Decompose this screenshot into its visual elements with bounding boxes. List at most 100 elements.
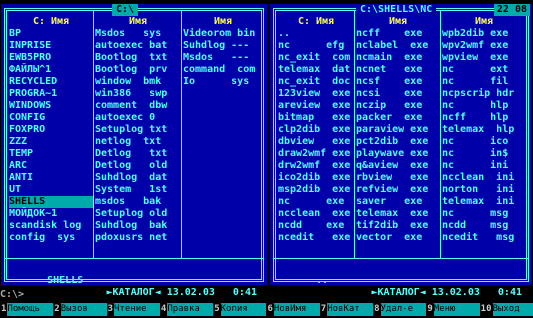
file-list-item[interactable]: nc exe xyxy=(278,196,354,208)
file-list-item[interactable]: UT xyxy=(9,184,93,196)
file-list-item[interactable]: ncmain exe xyxy=(356,52,440,64)
file-list-item[interactable]: INPRISE xyxy=(9,40,93,52)
file-list-item[interactable]: nc in$ xyxy=(442,148,526,160)
fkey-4[interactable]: 4 Правка xyxy=(159,303,214,316)
file-list-item[interactable]: Msdos sys xyxy=(95,28,181,40)
file-list-item[interactable]: telemax ini xyxy=(442,196,526,208)
file-list-item[interactable]: TEMP xyxy=(9,148,93,160)
file-list-item[interactable]: 123view exe xyxy=(278,88,354,100)
right-panel[interactable]: C:\SHELLS\NC 22 08 C: Имя.. nc efg nc_exit… xyxy=(270,4,532,298)
file-list-item[interactable]: nczip exe xyxy=(356,100,440,112)
file-list-item[interactable]: ncsi exe xyxy=(356,88,440,100)
file-list-item[interactable]: clp2dib exe xyxy=(278,124,354,136)
file-list-item[interactable]: ZZZ xyxy=(9,136,93,148)
file-list-item[interactable]: Bootlog prv xyxy=(95,64,181,76)
file-list-item[interactable]: BP xyxy=(9,28,93,40)
file-list-item[interactable]: PROGRA~1 xyxy=(9,88,93,100)
file-list-item[interactable]: ncedit msg xyxy=(442,232,526,244)
file-list-item[interactable]: comment dbw xyxy=(95,100,181,112)
file-list-item[interactable]: config sys xyxy=(9,232,93,244)
file-list-item[interactable]: msp2dib exe xyxy=(278,184,354,196)
file-list-item[interactable]: nc hlp xyxy=(442,100,526,112)
file-list-item[interactable]: System 1st xyxy=(95,184,181,196)
file-list-item[interactable]: RECYCLED xyxy=(9,76,93,88)
file-list-item[interactable]: nc efg xyxy=(278,40,354,52)
file-list-item[interactable]: command com xyxy=(183,64,263,76)
fkey-10[interactable]: 10 Выход xyxy=(479,303,533,316)
file-list-item[interactable]: Suhdlog bak xyxy=(95,220,181,232)
file-list-item[interactable]: telemax exe xyxy=(356,208,440,220)
fkey-8[interactable]: 8 Удал-е xyxy=(373,303,427,316)
file-list-item[interactable]: nc msg xyxy=(442,208,526,220)
file-list-item[interactable]: ncclean exe xyxy=(278,208,354,220)
file-list-item[interactable]: ncsf exe xyxy=(356,76,440,88)
file-list-item[interactable]: EWB5PRO xyxy=(9,52,93,64)
file-list-item[interactable]: Setuplog old xyxy=(95,208,181,220)
file-list-item[interactable]: nclabel exe xyxy=(356,40,440,52)
file-list-item[interactable]: Msdos --- xyxy=(183,52,263,64)
file-list-item[interactable]: msdos bak xyxy=(95,196,181,208)
file-list-item[interactable]: WINDOWS xyxy=(9,100,93,112)
file-list-item[interactable]: telemax hlp xyxy=(442,124,526,136)
left-panel[interactable]: C:\ C: Имя BP INPRISE EWB5PRO ФАЙЛЫ^1 RECYCLE… xyxy=(1,4,267,298)
file-list-item[interactable]: win386 swp xyxy=(95,88,181,100)
fkey-1[interactable]: 1 Помощь xyxy=(0,303,54,316)
file-list-item[interactable]: netlog txt xyxy=(95,136,181,148)
file-list-item[interactable]: vector exe xyxy=(356,232,440,244)
fkey-3[interactable]: 3 Чтение xyxy=(106,303,160,316)
file-list-item[interactable]: Detlog txt xyxy=(95,148,181,160)
file-list-item[interactable]: pct2dib exe xyxy=(356,136,440,148)
fkey-7[interactable]: 7 НовКат xyxy=(319,303,374,316)
file-list-item[interactable]: nc_exit doc xyxy=(278,76,354,88)
command-line[interactable]: C:\> xyxy=(0,289,24,301)
fkey-2[interactable]: 2 Вызов xyxy=(53,303,107,316)
file-list-item[interactable]: ncff exe xyxy=(356,28,440,40)
fkey-6[interactable]: 6 НовИмя xyxy=(266,303,320,316)
file-list-item[interactable]: МОЙДОК~1 xyxy=(9,208,93,220)
file-list-item[interactable]: FOXPRO xyxy=(9,124,93,136)
file-list-item[interactable]: ncnet exe xyxy=(356,64,440,76)
file-list-item[interactable]: Detlog old xyxy=(95,160,181,172)
file-list-item[interactable]: nc_exit com xyxy=(278,52,354,64)
file-list-item[interactable]: q&aview exe xyxy=(356,160,440,172)
file-list-item[interactable]: ANTI xyxy=(9,172,93,184)
file-list-item[interactable]: wpv2wmf exe xyxy=(442,40,526,52)
file-list-item[interactable]: CONFIG xyxy=(9,112,93,124)
file-list-item[interactable]: ncpscrip hdr xyxy=(442,88,526,100)
file-list-item[interactable]: packer exe xyxy=(356,112,440,124)
file-list-item[interactable]: scandisk log xyxy=(9,220,93,232)
file-list-item[interactable]: draw2wmf exe xyxy=(278,148,354,160)
file-list-item[interactable]: saver exe xyxy=(356,196,440,208)
file-list-item[interactable]: tif2dib exe xyxy=(356,220,440,232)
file-list-item[interactable]: areview exe xyxy=(278,100,354,112)
fkey-5[interactable]: 5 Копия xyxy=(213,303,267,316)
file-list-item[interactable]: Io sys xyxy=(183,76,263,88)
file-list-item[interactable]: drw2wmf exe xyxy=(278,160,354,172)
file-list-item[interactable]: wpb2dib exe xyxy=(442,28,526,40)
file-list-item[interactable]: playwave exe xyxy=(356,148,440,160)
file-list-item[interactable]: nc ini xyxy=(442,160,526,172)
file-list-item[interactable]: nc ext xyxy=(442,64,526,76)
file-list-item[interactable]: norton ini xyxy=(442,184,526,196)
file-list-item[interactable]: nc fil xyxy=(442,76,526,88)
file-list-item[interactable]: .. xyxy=(278,28,354,40)
file-list-item[interactable]: ncdd msg xyxy=(442,220,526,232)
file-list-item[interactable]: ARC xyxy=(9,160,93,172)
file-list-item[interactable]: Bootlog txt xyxy=(95,52,181,64)
file-list-item[interactable]: autoexec bat xyxy=(95,40,181,52)
file-list-item[interactable]: nc ico xyxy=(442,136,526,148)
file-list-item[interactable]: paraview exe xyxy=(356,124,440,136)
file-list-item[interactable]: rbview exe xyxy=(356,172,440,184)
file-list-item[interactable]: dbview exe xyxy=(278,136,354,148)
file-list-item[interactable]: Videorom bin xyxy=(183,28,263,40)
file-list-item[interactable]: autoexec 0 xyxy=(95,112,181,124)
file-list-item[interactable]: refview exe xyxy=(356,184,440,196)
fkey-9[interactable]: 9 Меню xyxy=(426,303,480,316)
file-list-item[interactable]: window bmk xyxy=(95,76,181,88)
file-list-item[interactable]: SHELLS xyxy=(9,196,93,208)
file-list-item[interactable]: pdoxusrs net xyxy=(95,232,181,244)
file-list-item[interactable]: ncdd exe xyxy=(278,220,354,232)
file-list-item[interactable]: ФАЙЛЫ^1 xyxy=(9,64,93,76)
file-list-item[interactable]: Suhdlog dat xyxy=(95,172,181,184)
file-list-item[interactable]: ncclean ini xyxy=(442,172,526,184)
